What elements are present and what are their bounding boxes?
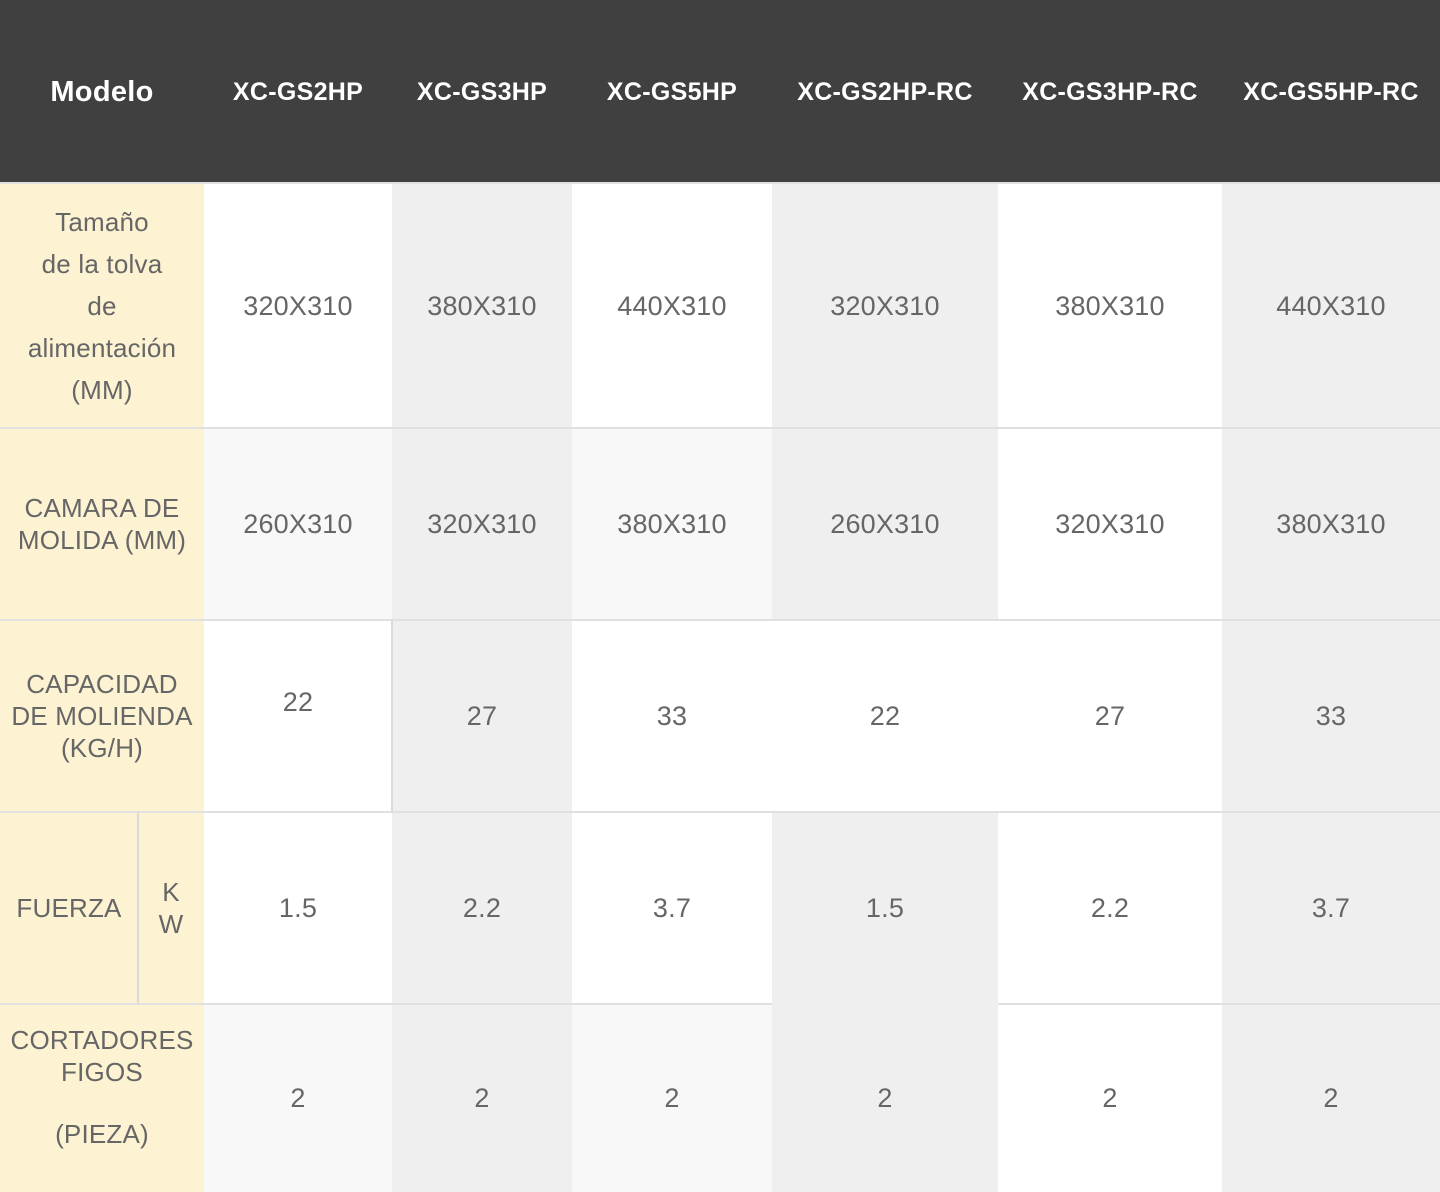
table-cell: 1.5: [772, 812, 998, 1004]
row-label-cutters: CORTADORES FIGOS (PIEZA): [0, 1004, 204, 1192]
row-label-line: alimentación: [27, 332, 177, 363]
table-cell: 3.7: [1222, 812, 1440, 1004]
header-model-6: XC-GS5HP-RC: [1243, 77, 1419, 106]
table-cell: 380X310: [998, 183, 1222, 428]
row-divider: [998, 1003, 1440, 1005]
table-cell: 33: [1222, 620, 1440, 812]
table-cell: 2: [392, 1004, 572, 1192]
table-cell: 2: [204, 1004, 392, 1192]
row-label-line: FIGOS: [61, 1057, 143, 1087]
table-cell: 260X310: [204, 428, 392, 620]
table-cell: 320X310: [204, 183, 392, 428]
row-label-line: de la tolva: [41, 248, 163, 279]
row-label-line: (PIEZA): [55, 1119, 149, 1149]
table-cell: 27: [998, 620, 1222, 812]
table-cell: 440X310: [572, 183, 772, 428]
specification-table: Modelo XC-GS2HP XC-GS3HP XC-GS5HP XC-GS2…: [0, 0, 1440, 1192]
row-label-line: CAMARA DE: [24, 493, 180, 523]
table-cell: 2.2: [392, 812, 572, 1004]
table-cell: 2: [1222, 1004, 1440, 1192]
header-model-4: XC-GS2HP-RC: [797, 77, 973, 106]
table-cell: 380X310: [1222, 428, 1440, 620]
unit-line: W: [158, 909, 184, 939]
row-divider: [0, 427, 1440, 429]
row-label-power-unit: K W: [138, 812, 204, 1004]
row-divider: [0, 811, 1440, 813]
table-cell: 27: [392, 620, 572, 812]
table-cell: 33: [572, 620, 772, 812]
table-cell: 320X310: [392, 428, 572, 620]
table-cell: 260X310: [772, 428, 998, 620]
table-cell: 3.7: [572, 812, 772, 1004]
table-cell: 2.2: [998, 812, 1222, 1004]
row-label-grinding-chamber: CAMARA DE MOLIDA (MM): [0, 428, 204, 620]
header-model-3: XC-GS5HP: [606, 77, 738, 106]
table-cell: 380X310: [392, 183, 572, 428]
unit-line: K: [162, 877, 180, 907]
row-label-line: (KG/H): [60, 733, 144, 763]
row-label-line: (MM): [71, 374, 133, 405]
header-model-label: Modelo: [50, 75, 154, 108]
row-divider: [0, 619, 1440, 621]
row-label-line: CAPACIDAD: [26, 669, 178, 699]
row-label-line: CORTADORES: [10, 1025, 194, 1055]
cell-divider: [137, 812, 139, 1004]
table-cell: 440X310: [1222, 183, 1440, 428]
header-model-5: XC-GS3HP-RC: [1022, 77, 1198, 106]
row-divider: [0, 1003, 772, 1005]
row-divider: [0, 182, 1440, 184]
row-label-line: de: [87, 290, 117, 321]
table-cell: 2: [572, 1004, 772, 1192]
table-cell: 22: [772, 620, 998, 812]
table-cell: 22: [204, 620, 392, 812]
table-cell: 320X310: [998, 428, 1222, 620]
row-label-power: FUERZA: [0, 812, 138, 1004]
row-label-line: MOLIDA (MM): [17, 525, 187, 555]
table-cell: 380X310: [572, 428, 772, 620]
table-cell: 1.5: [204, 812, 392, 1004]
row-label-line: DE MOLIENDA: [11, 701, 193, 731]
header-model-1: XC-GS2HP: [232, 77, 364, 106]
table-cell: 320X310: [772, 183, 998, 428]
cell-divider: [391, 620, 393, 812]
table-cell: 2: [998, 1004, 1222, 1192]
row-label-grinding-capacity: CAPACIDAD DE MOLIENDA (KG/H): [0, 620, 204, 812]
row-label-line: Tamaño: [55, 206, 149, 237]
table-cell: 2: [772, 1004, 998, 1192]
row-label-hopper-size: Tamaño de la tolva de alimentación (MM): [0, 183, 204, 428]
header-model-2: XC-GS3HP: [416, 77, 548, 106]
